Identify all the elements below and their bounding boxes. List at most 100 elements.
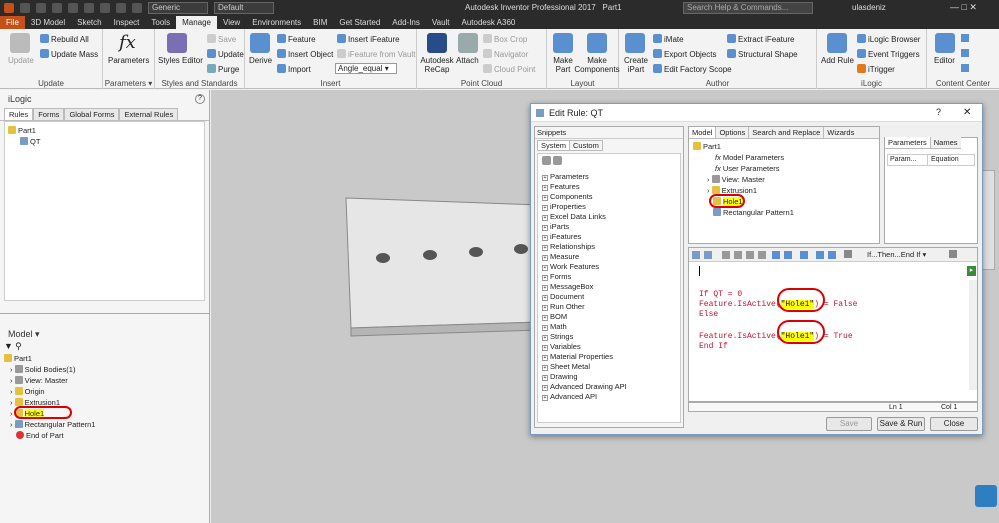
rebuild-all-button[interactable]: Rebuild All: [40, 34, 89, 44]
expand-icon[interactable]: +: [542, 225, 548, 231]
snippet-category[interactable]: + Components: [542, 192, 676, 202]
derive-button[interactable]: Derive: [249, 56, 272, 65]
expand-icon[interactable]: +: [542, 185, 548, 191]
snippet-dropdown[interactable]: If...Then...End If ▾: [867, 250, 926, 259]
snippet-category[interactable]: + Variables: [542, 342, 676, 352]
expand-icon[interactable]: +: [542, 345, 548, 351]
tab-add-ins[interactable]: Add-Ins: [386, 16, 426, 29]
tab-system[interactable]: System: [537, 140, 571, 151]
code-editor[interactable]: If...Then...End If ▾ ▸ If QT = 0 Feature…: [688, 247, 978, 402]
tab-global-forms[interactable]: Global Forms: [64, 108, 120, 120]
new-icon[interactable]: [20, 3, 30, 13]
make-part-icon[interactable]: [553, 33, 573, 53]
snippet-category[interactable]: + Features: [542, 182, 676, 192]
snippet-category[interactable]: + Advanced Drawing API: [542, 382, 676, 392]
update-icon[interactable]: [132, 3, 142, 13]
extract-ifeature-button[interactable]: Extract iFeature: [727, 34, 794, 44]
copy-icon[interactable]: [734, 251, 742, 259]
expand-icon[interactable]: +: [542, 255, 548, 261]
material-combo[interactable]: Default: [214, 2, 274, 14]
open-icon[interactable]: [704, 251, 712, 259]
make-components-icon[interactable]: [587, 33, 607, 53]
fx-icon[interactable]: fx: [119, 32, 136, 53]
tab-options[interactable]: Options: [716, 127, 750, 138]
snippet-category[interactable]: + Work Features: [542, 262, 676, 272]
purge-button[interactable]: Purge: [207, 64, 239, 74]
tab-vault[interactable]: Vault: [426, 16, 456, 29]
angle-combo[interactable]: Angle_equal ▾: [335, 63, 397, 74]
open-icon[interactable]: [36, 3, 46, 13]
model-pane-title[interactable]: Model ▾: [0, 327, 209, 341]
indent-icon[interactable]: [816, 251, 824, 259]
snippet-category[interactable]: + Advanced API: [542, 392, 676, 402]
snippet-category[interactable]: + iFeatures: [542, 232, 676, 242]
snippet-category[interactable]: + iParts: [542, 222, 676, 232]
snippet-category[interactable]: + Material Properties: [542, 352, 676, 362]
expand-icon[interactable]: +: [542, 335, 548, 341]
snippet-category[interactable]: + Relationships: [542, 242, 676, 252]
recap-icon[interactable]: [427, 33, 447, 53]
tab-names[interactable]: Names: [931, 137, 961, 148]
feature-button[interactable]: Feature: [277, 34, 316, 44]
tab-environments[interactable]: Environments: [246, 16, 307, 29]
snippet-category[interactable]: + Math: [542, 322, 676, 332]
event-triggers-button[interactable]: Event Triggers: [857, 49, 920, 59]
expand-icon[interactable]: +: [542, 245, 548, 251]
snippet-category[interactable]: + Sheet Metal: [542, 362, 676, 372]
cc-small-icon[interactable]: [961, 34, 969, 42]
import-button[interactable]: Import: [277, 64, 311, 74]
ifeature-vault-button[interactable]: iFeature from Vault: [337, 49, 415, 59]
tree-item-view[interactable]: › View: Master: [4, 375, 209, 386]
tab-rules[interactable]: Rules: [4, 108, 34, 120]
ilogic-browser-button[interactable]: iLogic Browser: [857, 34, 920, 44]
expand-icon[interactable]: +: [542, 325, 548, 331]
appearance-combo[interactable]: Generic: [148, 2, 208, 14]
edit-factory-scope-button[interactable]: Edit Factory Scope: [653, 64, 732, 74]
scrollbar[interactable]: [969, 280, 977, 390]
undo-icon[interactable]: [772, 251, 780, 259]
make-part-button[interactable]: Make Part: [551, 56, 575, 74]
itrigger-button[interactable]: iTrigger: [857, 64, 895, 74]
tree-item-pattern[interactable]: Rectangular Pattern1: [693, 207, 875, 218]
expand-icon[interactable]: +: [542, 315, 548, 321]
expand-icon[interactable]: +: [542, 265, 548, 271]
add-rule-icon[interactable]: [827, 33, 847, 53]
snippet-category[interactable]: + Parameters: [542, 172, 676, 182]
tree-item-rule[interactable]: QT: [8, 136, 201, 147]
outdent-icon[interactable]: [828, 251, 836, 259]
close-icon[interactable]: ✕: [963, 107, 971, 118]
delete-icon[interactable]: [758, 251, 766, 259]
expand-icon[interactable]: +: [542, 375, 548, 381]
help-button[interactable]: ?: [936, 107, 941, 117]
expand-icon[interactable]: +: [542, 355, 548, 361]
cc-small-icon[interactable]: [961, 49, 969, 57]
tab-inspect[interactable]: Inspect: [108, 16, 146, 29]
nav-bar[interactable]: [981, 170, 995, 270]
tab-wizards[interactable]: Wizards: [824, 127, 857, 138]
structural-shape-button[interactable]: Structural Shape: [727, 49, 798, 59]
navigator-button[interactable]: Navigator: [483, 49, 528, 59]
tab-parameters[interactable]: Parameters: [885, 137, 931, 148]
comment-icon[interactable]: [844, 250, 852, 258]
share-icon[interactable]: [975, 485, 997, 507]
styles-editor-button[interactable]: Styles Editor: [158, 56, 203, 65]
derive-icon[interactable]: [250, 33, 270, 53]
tab-external-rules[interactable]: External Rules: [119, 108, 179, 120]
attach-icon[interactable]: [458, 33, 478, 53]
tab-3d-model[interactable]: 3D Model: [25, 16, 71, 29]
tree-item-pattern[interactable]: › Rectangular Pattern1: [4, 419, 209, 430]
keywords-icon[interactable]: [949, 250, 957, 258]
expand-icon[interactable]: +: [542, 385, 548, 391]
snippet-category[interactable]: + iProperties: [542, 202, 676, 212]
snippet-category[interactable]: + Drawing: [542, 372, 676, 382]
run-icon[interactable]: ▸: [967, 266, 976, 276]
redo-icon[interactable]: [784, 251, 792, 259]
expand-icon[interactable]: [542, 156, 551, 165]
expand-icon[interactable]: +: [542, 365, 548, 371]
help-icon[interactable]: ?: [195, 94, 205, 104]
expand-icon[interactable]: +: [542, 305, 548, 311]
bookmark-icon[interactable]: [800, 251, 808, 259]
snippet-category[interactable]: + Excel Data Links: [542, 212, 676, 222]
box-crop-button[interactable]: Box Crop: [483, 34, 527, 44]
cc-editor-button[interactable]: Editor: [934, 56, 955, 65]
